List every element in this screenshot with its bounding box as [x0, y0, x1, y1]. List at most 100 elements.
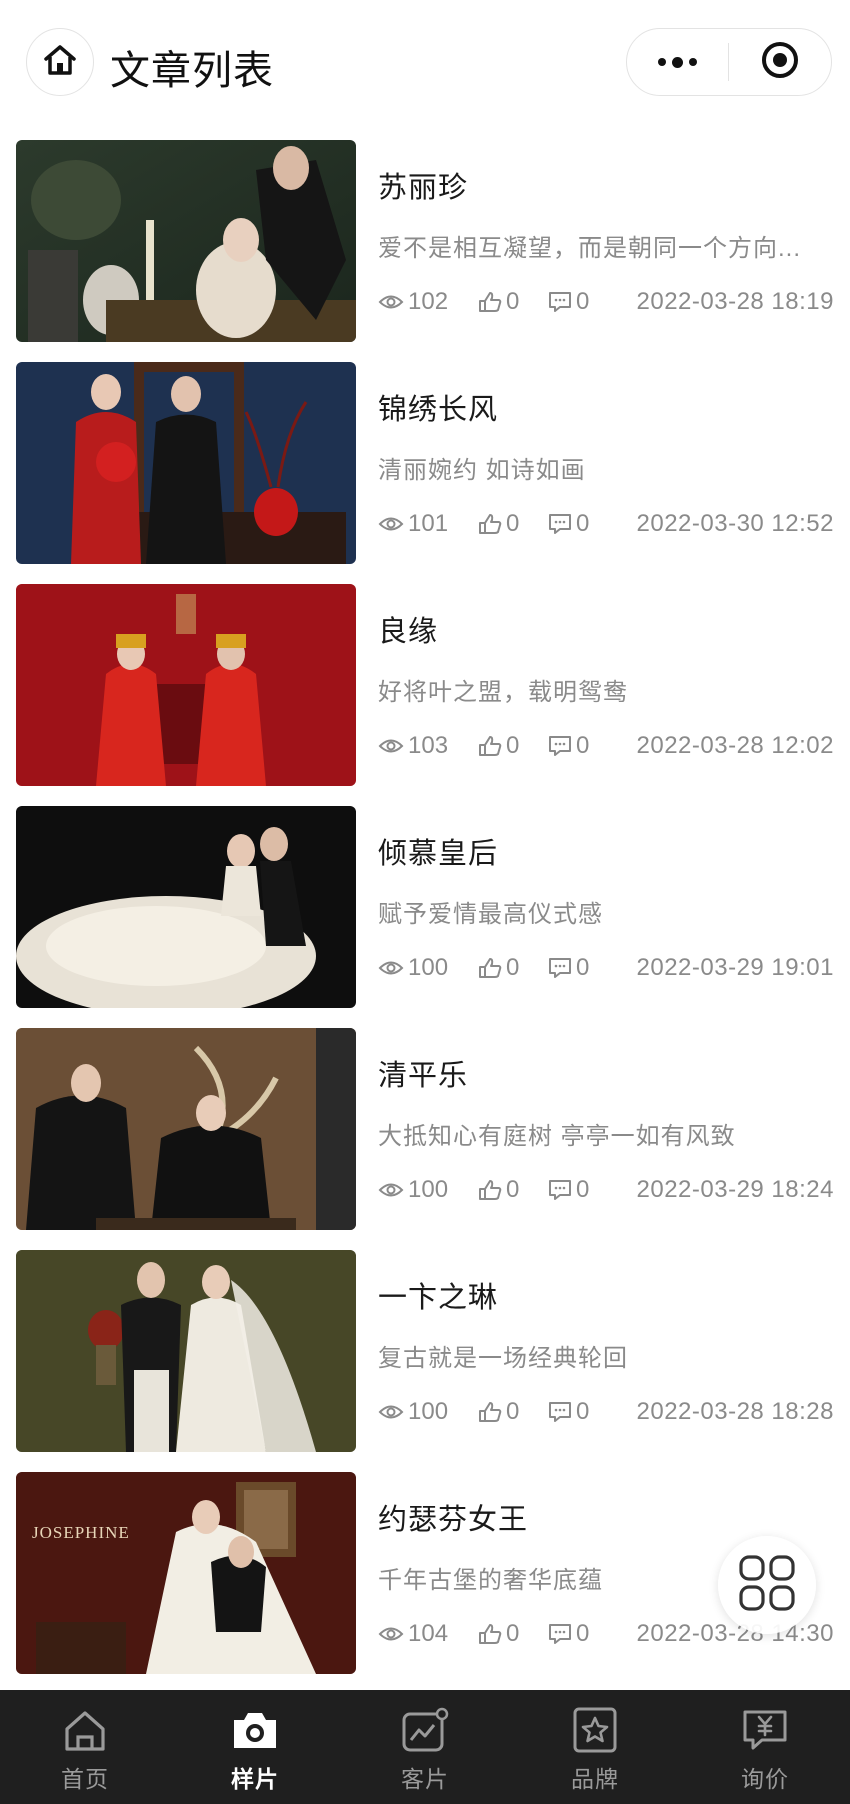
comment-icon [548, 1623, 572, 1645]
target-close-icon [760, 40, 800, 85]
article-desc: 赋予爱情最高仪式感 [378, 901, 603, 928]
photo-chart-icon [400, 1704, 450, 1756]
views-stat: 100 [378, 1398, 448, 1426]
bottom-tab-bar: 首页 样片 客片 品牌 询价 [0, 1690, 850, 1804]
comments-stat[interactable]: 0 [548, 510, 589, 538]
likes-count: 0 [506, 732, 520, 759]
comments-stat[interactable]: 0 [548, 1176, 589, 1204]
tab-inquiry[interactable]: 询价 [680, 1690, 850, 1804]
home-icon [42, 43, 78, 82]
likes-count: 0 [506, 288, 520, 315]
likes-stat[interactable]: 0 [478, 1398, 519, 1426]
article-desc: 爱不是相互凝望，而是朝同一个方向... [378, 235, 802, 262]
article-thumbnail: JOSEPHINE [16, 1472, 356, 1674]
comment-icon [548, 957, 572, 979]
thumbnail-overlay-text: JOSEPHINE [32, 1523, 130, 1542]
likes-stat[interactable]: 0 [478, 732, 519, 760]
comments-stat[interactable]: 0 [548, 954, 589, 982]
likes-stat[interactable]: 0 [478, 1176, 519, 1204]
likes-stat[interactable]: 0 [478, 1620, 519, 1648]
floating-menu-button[interactable] [718, 1536, 816, 1634]
comments-stat[interactable]: 0 [548, 1620, 589, 1648]
comments-count: 0 [576, 1620, 590, 1647]
grid-menu-icon [737, 1553, 797, 1618]
tab-client-photos[interactable]: 客片 [340, 1690, 510, 1804]
more-dots-icon [658, 56, 697, 68]
thumbs-up-icon [478, 1401, 502, 1423]
article-meta: 101 0 0 2022-03-30 12:52 [378, 510, 834, 544]
likes-count: 0 [506, 1620, 520, 1647]
comments-stat[interactable]: 0 [548, 732, 589, 760]
publish-date: 2022-03-28 18:28 [636, 1398, 834, 1425]
home-icon [61, 1704, 109, 1756]
article-thumbnail [16, 806, 356, 1008]
comment-icon [548, 735, 572, 757]
close-program-button[interactable] [729, 29, 830, 95]
tab-label: 询价 [741, 1766, 789, 1792]
comments-stat[interactable]: 0 [548, 288, 589, 316]
views-count: 100 [408, 1398, 449, 1425]
thumbs-up-icon [478, 513, 502, 535]
article-item[interactable]: 一卞之琳 复古就是一场经典轮回 100 0 0 2022-03-28 18:28 [0, 1248, 850, 1470]
article-title: 良缘 [378, 616, 439, 648]
thumbs-up-icon [478, 957, 502, 979]
publish-date: 2022-03-30 12:52 [636, 510, 834, 537]
publish-date: 2022-03-28 18:19 [636, 288, 834, 315]
tab-brand[interactable]: 品牌 [510, 1690, 680, 1804]
views-stat: 100 [378, 954, 448, 982]
article-title: 苏丽珍 [378, 172, 469, 204]
views-count: 103 [408, 732, 449, 759]
article-item[interactable]: 清平乐 大抵知心有庭树 亭亭一如有风致 100 0 0 2022-03-29 1… [0, 1026, 850, 1248]
comments-count: 0 [576, 510, 590, 537]
article-meta: 100 0 0 2022-03-29 19:01 [378, 954, 834, 988]
likes-stat[interactable]: 0 [478, 288, 519, 316]
article-item[interactable]: 倾慕皇后 赋予爱情最高仪式感 100 0 0 2022-03-29 19:01 [0, 804, 850, 1026]
likes-stat[interactable]: 0 [478, 510, 519, 538]
tab-home[interactable]: 首页 [0, 1690, 170, 1804]
comments-stat[interactable]: 0 [548, 1398, 589, 1426]
eye-icon [378, 514, 404, 534]
comments-count: 0 [576, 288, 590, 315]
views-stat: 102 [378, 288, 448, 316]
comment-icon [548, 1179, 572, 1201]
article-title: 约瑟芬女王 [378, 1504, 529, 1536]
article-item[interactable]: 苏丽珍 爱不是相互凝望，而是朝同一个方向... 102 0 0 2022-03-… [0, 138, 850, 360]
article-title: 一卞之琳 [378, 1282, 499, 1314]
article-desc: 复古就是一场经典轮回 [378, 1345, 628, 1372]
mini-program-capsule [626, 28, 832, 96]
views-stat: 103 [378, 732, 448, 760]
likes-count: 0 [506, 1176, 520, 1203]
thumbs-up-icon [478, 291, 502, 313]
article-item[interactable]: 锦绣长风 清丽婉约 如诗如画 101 0 0 2022-03-30 12:52 [0, 360, 850, 582]
tab-samples[interactable]: 样片 [170, 1690, 340, 1804]
nav-header: 文章列表 [0, 0, 850, 122]
tab-label: 品牌 [571, 1766, 619, 1792]
comment-icon [548, 513, 572, 535]
thumbs-up-icon [478, 1623, 502, 1645]
article-meta: 103 0 0 2022-03-28 12:02 [378, 732, 834, 766]
views-count: 104 [408, 1620, 449, 1647]
publish-date: 2022-03-28 12:02 [636, 732, 834, 759]
likes-count: 0 [506, 1398, 520, 1425]
comment-icon [548, 291, 572, 313]
publish-date: 2022-03-29 19:01 [636, 954, 834, 981]
tab-label: 样片 [231, 1766, 279, 1792]
eye-icon [378, 1624, 404, 1644]
tab-label: 首页 [61, 1766, 109, 1792]
article-item[interactable]: 良缘 好将叶之盟，载明鸳鸯 103 0 0 2022-03-28 12:02 [0, 582, 850, 804]
publish-date: 2022-03-29 18:24 [636, 1176, 834, 1203]
tab-label: 客片 [401, 1766, 449, 1792]
article-desc: 清丽婉约 如诗如画 [378, 457, 586, 484]
article-thumbnail [16, 1250, 356, 1452]
eye-icon [378, 1180, 404, 1200]
publish-date: 2022-03-28 14:30 [636, 1620, 834, 1647]
article-list: 苏丽珍 爱不是相互凝望，而是朝同一个方向... 102 0 0 2022-03-… [0, 138, 850, 1692]
more-button[interactable] [627, 29, 728, 95]
likes-stat[interactable]: 0 [478, 954, 519, 982]
home-button[interactable] [26, 28, 94, 96]
article-title: 锦绣长风 [378, 394, 499, 426]
eye-icon [378, 292, 404, 312]
article-thumbnail [16, 584, 356, 786]
page-title: 文章列表 [110, 49, 274, 93]
views-stat: 100 [378, 1176, 448, 1204]
